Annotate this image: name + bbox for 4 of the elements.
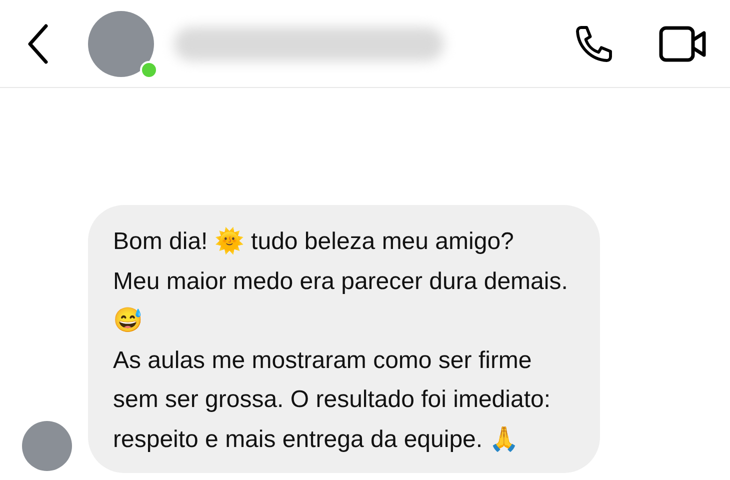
video-camera-icon: [659, 24, 707, 64]
sender-avatar: [22, 421, 72, 471]
back-icon: [26, 24, 50, 64]
message-text: Bom dia! 🌞 tudo beleza meu amigo? Meu maior medo era parecer dura demais. 😅 As aulas me mostraram como ser firme sem ser grossa. O resultado foi imediato: respeito e mais entrega da equipe. 🙏: [113, 226, 569, 454]
